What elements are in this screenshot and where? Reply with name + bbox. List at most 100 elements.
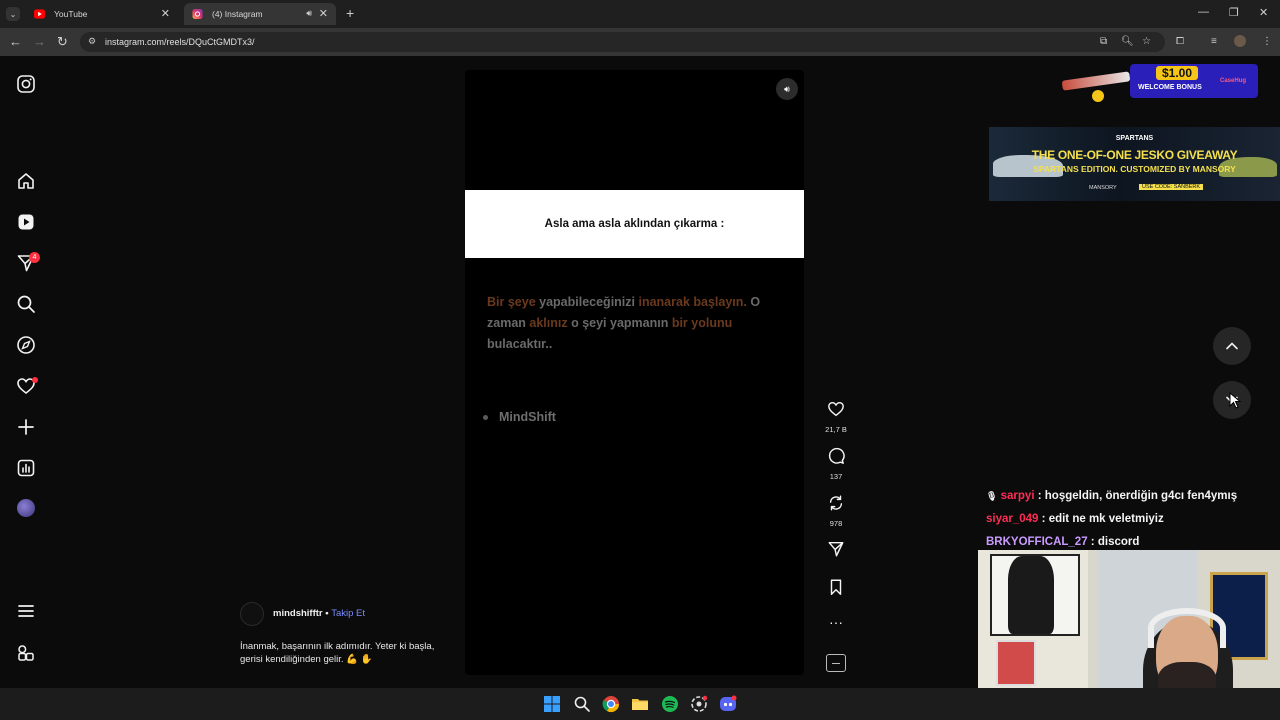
follow-button[interactable]: Takip Et xyxy=(331,608,365,619)
quote-part: aklınız xyxy=(529,316,568,330)
share-icon xyxy=(828,541,844,557)
tab-instagram[interactable]: (4) Instagram 🔊︎ ✕ xyxy=(184,3,336,25)
webcam-plaque xyxy=(996,640,1036,686)
repost-button[interactable]: 978 xyxy=(824,494,848,528)
mute-toggle-button[interactable]: 🔊︎ xyxy=(776,78,798,100)
knife-graphic xyxy=(1061,71,1131,91)
reels-icon[interactable] xyxy=(16,212,36,232)
extensions-icon[interactable]: ⧠ xyxy=(1176,36,1184,47)
more-menu-icon[interactable] xyxy=(16,601,36,621)
author-avatar[interactable] xyxy=(240,602,264,626)
ad-banner-small1: MANSORY xyxy=(1089,185,1117,191)
profile-avatar[interactable] xyxy=(1234,35,1246,47)
tab-title: YouTube xyxy=(54,9,88,19)
browser-tab-bar: ⌄ YouTube ✕ (4) Instagram 🔊︎ ✕ + — ❐ ✕ xyxy=(0,0,1280,28)
bookmark-icon xyxy=(830,579,842,595)
repost-count: 978 xyxy=(829,519,843,528)
media-controls-icon[interactable]: ≡ xyxy=(1211,36,1217,47)
tab-youtube[interactable]: YouTube ✕ xyxy=(26,3,178,25)
tab-audio-icon[interactable]: 🔊︎ xyxy=(306,8,312,19)
heart-icon xyxy=(828,401,844,417)
ad-box: $1.00 WELCOME BONUS CaseHug xyxy=(1130,64,1258,98)
browser-toolbar: ← → ↻ ⚙ instagram.com/reels/DQuCtGMDTx3/… xyxy=(0,28,1280,56)
chat-message: edit ne mk veletmiyiz xyxy=(1048,513,1164,525)
audio-icon xyxy=(826,654,846,672)
ad-banner-line2: SPARTANS EDITION. CUSTOMIZED BY MANSORY xyxy=(1033,164,1236,174)
coin-graphic xyxy=(1092,90,1104,102)
spotify-icon[interactable] xyxy=(661,695,679,713)
close-tab-icon[interactable]: ✕ xyxy=(161,7,170,20)
webcam-figure xyxy=(1008,556,1054,634)
close-tab-icon[interactable]: ✕ xyxy=(319,7,328,20)
author-username[interactable]: mindshifftr xyxy=(273,608,323,619)
zoom-icon[interactable]: 🔍︎ xyxy=(1121,36,1134,47)
webcam-headphones xyxy=(1148,608,1226,648)
forward-button[interactable]: → xyxy=(33,34,46,49)
ellipsis-icon: ··· xyxy=(829,614,843,630)
restore-button[interactable]: ❐ xyxy=(1229,6,1239,19)
previous-reel-button[interactable] xyxy=(1213,327,1251,365)
quote-part: o şeyi yapmanın xyxy=(567,316,672,330)
like-button[interactable]: 21,7 B xyxy=(824,400,848,434)
file-explorer-icon[interactable] xyxy=(631,695,649,713)
save-button[interactable] xyxy=(824,578,848,601)
quote-part: Bir şeye xyxy=(487,295,536,309)
ad-banner-small2: USE CODE: SANBERK xyxy=(1139,184,1204,190)
home-icon[interactable] xyxy=(16,171,36,191)
reel-banner: Asla ama asla aklından çıkarma : xyxy=(465,190,804,258)
tab-search-button[interactable]: ⌄ xyxy=(6,7,20,21)
chat-user: BRKYOFFICAL_27 xyxy=(986,536,1088,548)
quote-part: bir yolunu xyxy=(671,316,733,330)
share-button[interactable] xyxy=(824,540,848,563)
instagram-logo-icon[interactable] xyxy=(16,74,36,94)
ad-sub: WELCOME BONUS xyxy=(1138,84,1202,91)
bookmark-star-icon[interactable]: ☆ xyxy=(1142,36,1151,47)
explore-icon[interactable] xyxy=(16,335,36,355)
dashboard-icon[interactable] xyxy=(16,458,36,478)
reel-banner-text: Asla ama asla aklından çıkarma : xyxy=(544,218,725,230)
also-from-meta-icon[interactable] xyxy=(16,643,36,663)
taskbar-search-icon[interactable] xyxy=(573,695,591,713)
address-bar[interactable]: ⚙ instagram.com/reels/DQuCtGMDTx3/ ⧉ 🔍︎ … xyxy=(80,32,1165,52)
reel-caption: İnanmak, başarının ilk adımıdır. Yeter k… xyxy=(240,641,435,665)
search-icon[interactable] xyxy=(16,294,36,314)
reload-button[interactable]: ↻ xyxy=(57,34,68,50)
quote-part: inanarak başlayın. xyxy=(638,295,747,309)
ad-brand: CaseHug xyxy=(1220,78,1247,84)
windows-taskbar xyxy=(0,688,1280,720)
close-window-button[interactable]: ✕ xyxy=(1259,6,1268,19)
chrome-icon[interactable] xyxy=(602,695,620,713)
minimize-button[interactable]: — xyxy=(1198,6,1209,18)
chat-line: siyar_049 : edit ne mk veletmiyiz xyxy=(986,513,1164,525)
chat-user: siyar_049 xyxy=(986,513,1039,525)
comment-button[interactable]: 137 xyxy=(824,447,848,481)
quote-part: bulacaktır.. xyxy=(487,337,553,351)
audio-thumbnail[interactable] xyxy=(824,654,848,672)
reel-bullet-text: MindShift xyxy=(483,410,556,424)
reel-video[interactable]: 🔊︎ Asla ama asla aklından çıkarma : Bir … xyxy=(465,70,804,675)
back-button[interactable]: ← xyxy=(9,34,22,49)
ad-banner-brand: SPARTANS xyxy=(1115,135,1154,142)
profile-avatar[interactable] xyxy=(17,499,35,517)
chat-message: hoşgeldin, önerdiğin g4cı fen4ymış xyxy=(1044,490,1238,502)
comment-icon xyxy=(828,447,845,464)
reel-quote: Bir şeye yapabileceğinizi inanarak başla… xyxy=(487,292,787,355)
new-tab-button[interactable]: + xyxy=(346,5,354,21)
chevron-up-icon xyxy=(1226,342,1238,350)
comment-count: 137 xyxy=(829,472,843,481)
ad-banner-line1: THE ONE-OF-ONE JESKO GIVEAWAY xyxy=(1031,148,1238,162)
ad-price: $1.00 xyxy=(1156,66,1199,80)
tab-title: (4) Instagram xyxy=(212,9,263,19)
author-line: mindshifftr • Takip Et xyxy=(273,608,366,619)
windows-start-icon[interactable] xyxy=(543,695,561,713)
create-plus-icon[interactable] xyxy=(16,417,36,437)
sponsor-ad-top: $1.00 WELCOME BONUS CaseHug xyxy=(1061,62,1258,110)
install-app-icon[interactable]: ⧉ xyxy=(1100,36,1107,47)
site-info-icon[interactable]: ⚙ xyxy=(88,36,96,47)
url-text[interactable]: instagram.com/reels/DQuCtGMDTx3/ xyxy=(105,37,255,47)
steelseries-icon[interactable] xyxy=(690,695,708,713)
browser-menu-icon[interactable]: ⋮ xyxy=(1262,36,1272,47)
discord-icon[interactable] xyxy=(719,695,737,713)
more-options-button[interactable]: ··· xyxy=(824,614,848,630)
messages-badge: 4 xyxy=(29,252,40,263)
